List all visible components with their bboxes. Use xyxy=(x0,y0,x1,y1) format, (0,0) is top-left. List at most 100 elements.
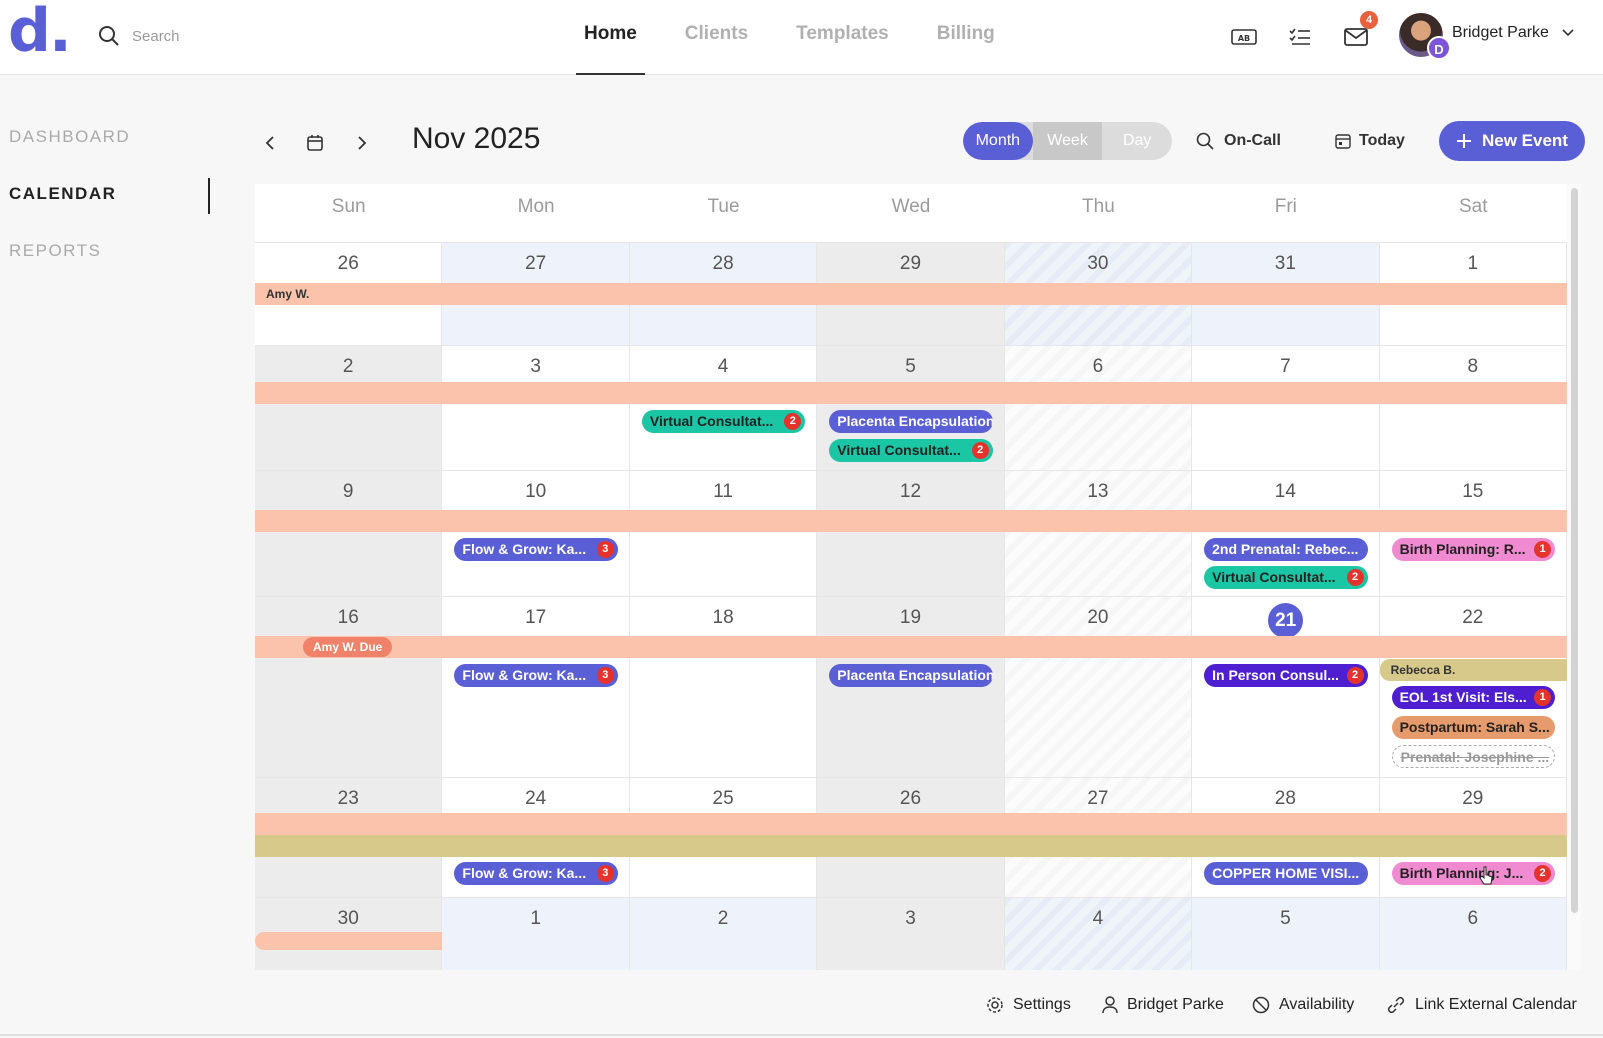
date-picker-button[interactable] xyxy=(300,128,330,158)
due-date-band-week5[interactable] xyxy=(255,813,1567,835)
calendar-event[interactable]: EOL 1st Visit: Els... 1 xyxy=(1391,686,1555,709)
due-date-band-week3[interactable] xyxy=(255,510,1567,532)
day-cell[interactable]: 6 xyxy=(1004,346,1193,471)
day-cell[interactable]: 2 xyxy=(255,346,443,471)
availability-button[interactable]: Availability xyxy=(1252,985,1354,1025)
view-week[interactable]: Week xyxy=(1032,122,1103,160)
day-number: 15 xyxy=(1462,481,1484,502)
tab-templates[interactable]: Templates xyxy=(788,0,897,75)
day-number: 26 xyxy=(899,788,922,809)
avatar-badge: D xyxy=(1427,36,1451,60)
day-cell[interactable]: 15 xyxy=(1379,471,1567,597)
day-number: 12 xyxy=(899,481,922,502)
search-input[interactable] xyxy=(132,27,282,45)
on-call-button[interactable]: On-Call xyxy=(1196,124,1281,158)
calendar-event[interactable]: Birth Planning: R... 1 xyxy=(1391,538,1555,561)
band-rebecca[interactable]: Rebecca B. xyxy=(1379,659,1567,681)
day-number: 6 xyxy=(1092,356,1104,377)
tab-clients[interactable]: Clients xyxy=(677,0,756,75)
tab-home[interactable]: Home xyxy=(576,0,645,75)
tasks-button[interactable] xyxy=(1285,22,1315,52)
band-olive-week5[interactable] xyxy=(255,835,1567,857)
day-cell[interactable]: 3 xyxy=(817,898,1005,970)
day-number: 16 xyxy=(337,607,359,628)
event-label: Virtual Consultat... xyxy=(837,442,961,458)
calendar-event[interactable]: Flow & Grow: Ka... 3 xyxy=(454,664,618,687)
day-number: 5 xyxy=(905,356,916,377)
next-month-button[interactable] xyxy=(347,128,377,158)
brand-logo[interactable]: d. xyxy=(8,0,72,66)
day-cell[interactable]: 4 xyxy=(629,346,818,471)
ab-test-button[interactable]: AB xyxy=(1229,22,1259,52)
due-pill[interactable]: Amy W. Due xyxy=(303,637,393,657)
settings-button[interactable]: Settings xyxy=(986,985,1071,1025)
profile-button[interactable]: Bridget Parke xyxy=(1102,985,1224,1025)
day-cell[interactable]: 4 xyxy=(1004,898,1193,970)
calendar-event[interactable]: Postpartum: Sarah S... xyxy=(1391,716,1555,739)
day-cell[interactable]: 2 xyxy=(629,898,818,970)
sidebar-item-calendar[interactable]: CALENDAR xyxy=(9,184,116,204)
today-label: Today xyxy=(1359,132,1405,149)
calendar-event[interactable]: Virtual Consultat... 2 xyxy=(1204,566,1368,589)
view-day[interactable]: Day xyxy=(1102,122,1172,160)
event-label: Virtual Consultat... xyxy=(1212,569,1336,585)
calendar-event[interactable]: Prenatal: Josephine ... xyxy=(1391,745,1555,768)
calendar-event[interactable]: Flow & Grow: Ka... 3 xyxy=(454,862,618,885)
day-cell[interactable]: 5 xyxy=(1192,898,1380,970)
calendar-event[interactable]: Flow & Grow: Ka... 3 xyxy=(454,538,618,561)
day-cell[interactable]: 7 xyxy=(1192,346,1380,471)
sidebar-item-reports[interactable]: REPORTS xyxy=(9,241,101,261)
day-cell[interactable]: 3 xyxy=(442,346,630,471)
calendar-event[interactable]: Birth Planning: J... 2 xyxy=(1391,862,1555,885)
due-date-band-week1[interactable]: Amy W. xyxy=(255,283,1567,305)
day-cell[interactable]: 13 xyxy=(1004,471,1193,597)
day-number: 27 xyxy=(525,253,547,274)
day-cell[interactable]: 6 xyxy=(1379,898,1567,970)
day-cell[interactable]: 17 xyxy=(442,597,630,778)
due-date-band-week2[interactable] xyxy=(255,382,1567,404)
today-button[interactable]: Today xyxy=(1335,124,1405,158)
new-event-button[interactable]: New Event xyxy=(1439,121,1585,161)
calendar-event[interactable]: In Person Consul... 2 xyxy=(1204,664,1368,687)
day-cell[interactable]: 18 xyxy=(629,597,818,778)
day-cell[interactable]: 8 xyxy=(1379,346,1567,471)
chevron-down-icon xyxy=(1562,29,1574,37)
calendar-event[interactable]: Virtual Consultat... 2 xyxy=(829,439,993,462)
day-cell[interactable]: 20 xyxy=(1004,597,1193,778)
day-cell[interactable]: 11 xyxy=(629,471,818,597)
weekday-thu: Thu xyxy=(1082,196,1115,217)
day-cell[interactable]: 9 xyxy=(255,471,443,597)
day-cell[interactable]: 1 xyxy=(442,898,630,970)
day-number: 27 xyxy=(1087,788,1109,809)
user-menu[interactable]: Bridget Parke xyxy=(1452,24,1575,42)
calendar-event[interactable]: 2nd Prenatal: Rebec... xyxy=(1204,538,1368,561)
view-toggle: Month Week Day xyxy=(963,122,1172,160)
band-label: Rebecca B. xyxy=(1390,663,1456,677)
day-cell[interactable]: 16 xyxy=(255,597,443,778)
calendar-event[interactable]: Placenta Encapsulation xyxy=(829,664,993,687)
prev-month-button[interactable] xyxy=(255,128,285,158)
weekday-sat: Sat xyxy=(1458,196,1488,217)
day-cell[interactable]: 12 xyxy=(817,471,1005,597)
day-number: 30 xyxy=(1087,253,1109,274)
calendar-icon xyxy=(307,135,323,151)
link-external-calendar-button[interactable]: Link External Calendar xyxy=(1386,985,1577,1025)
calendar-scrollbar-thumb[interactable] xyxy=(1571,188,1578,913)
day-number: 28 xyxy=(712,253,734,274)
calendar-event[interactable]: Virtual Consultat... 2 xyxy=(641,410,806,433)
calendar-event[interactable]: Placenta Encapsulation xyxy=(829,410,993,433)
day-cell[interactable]: 19 xyxy=(817,597,1005,778)
tab-billing[interactable]: Billing xyxy=(929,0,1003,75)
day-cell[interactable]: 10 xyxy=(442,471,630,597)
view-month[interactable]: Month xyxy=(963,122,1033,160)
day-cell[interactable]: 21 xyxy=(1192,597,1380,778)
search-box[interactable] xyxy=(98,22,298,50)
due-date-band-week4[interactable]: Amy W. Due xyxy=(255,636,1567,658)
plus-icon xyxy=(1457,134,1471,148)
sidebar-item-dashboard[interactable]: DASHBOARD xyxy=(9,127,130,147)
due-date-band-week6[interactable] xyxy=(255,932,443,950)
calendar-icon xyxy=(1335,134,1351,149)
day-number: 8 xyxy=(1467,356,1479,377)
day-number: 14 xyxy=(1274,481,1296,502)
calendar-event[interactable]: COPPER HOME VISI... xyxy=(1204,862,1368,885)
